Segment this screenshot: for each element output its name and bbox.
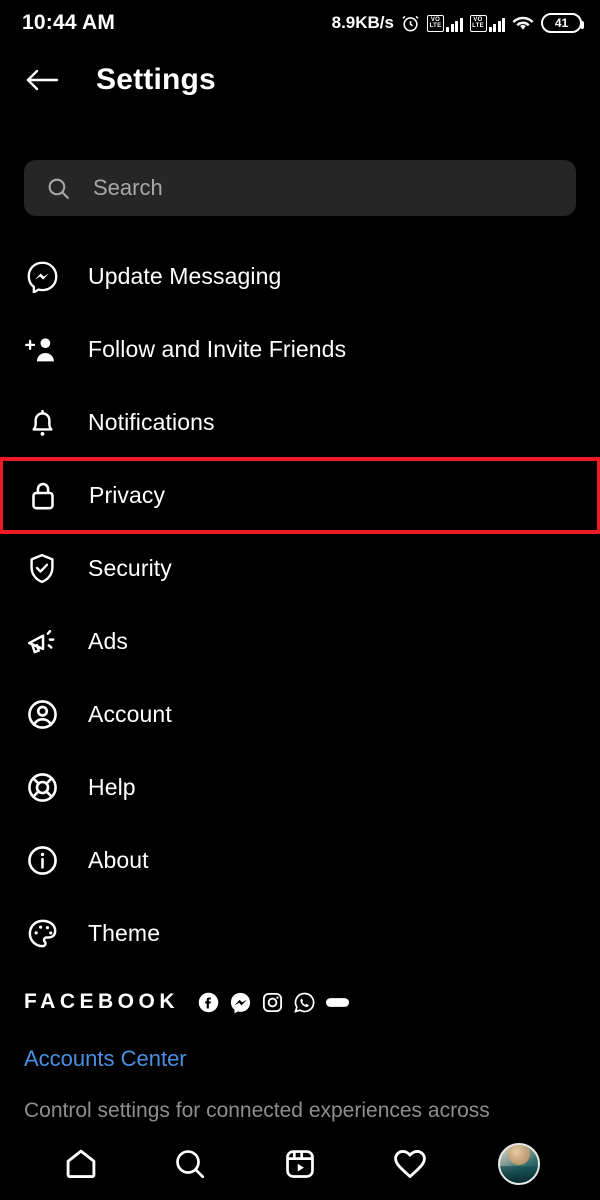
settings-item-notifications[interactable]: Notifications: [0, 386, 600, 459]
search-icon: [48, 178, 69, 199]
battery-level-text: 41: [554, 16, 569, 30]
bell-icon: [24, 405, 60, 441]
facebook-heading: FACEBOOK: [24, 990, 180, 1013]
settings-item-label: About: [88, 847, 149, 873]
signal-bars-2: [488, 16, 505, 32]
messenger-icon: [230, 992, 251, 1013]
lifebuoy-icon: [24, 770, 60, 806]
search-icon[interactable]: [163, 1137, 217, 1191]
settings-item-label: Help: [88, 774, 136, 800]
megaphone-icon: [24, 624, 60, 660]
sim2-signal: VO LTE: [469, 14, 505, 32]
person-circle-icon: [24, 697, 60, 733]
settings-item-about[interactable]: About: [0, 824, 600, 897]
back-arrow-icon[interactable]: [22, 60, 62, 100]
status-icons: 8.9KB/s VO LTE VO LTE 41: [331, 13, 584, 33]
bottom-navigation: [0, 1128, 600, 1200]
page-header: Settings: [0, 50, 600, 110]
settings-item-security[interactable]: Security: [0, 532, 600, 605]
facebook-heading-row: FACEBOOK: [24, 990, 584, 1014]
status-bar: 10:44 AM 8.9KB/s VO LTE VO LTE 41: [0, 0, 600, 46]
signal-bars-1: [446, 16, 463, 32]
volte-icon-1: VO LTE: [427, 14, 444, 32]
search-placeholder: Search: [93, 175, 163, 200]
volte-bottom-1: LTE: [429, 23, 442, 29]
settings-item-update-messaging[interactable]: Update Messaging: [0, 240, 600, 313]
heart-icon[interactable]: [383, 1137, 437, 1191]
whatsapp-icon: [294, 992, 315, 1013]
accounts-center-link[interactable]: Accounts Center: [24, 1046, 187, 1072]
instagram-settings-screen: 10:44 AM 8.9KB/s VO LTE VO LTE 41 Settin…: [0, 0, 600, 1200]
facebook-description: Control settings for connected experienc…: [24, 1099, 490, 1122]
page-title: Settings: [96, 63, 216, 96]
reels-icon[interactable]: [273, 1137, 327, 1191]
home-icon[interactable]: [54, 1137, 108, 1191]
settings-item-label: Notifications: [88, 409, 215, 435]
sim1-signal: VO LTE: [427, 14, 463, 32]
status-time: 10:44 AM: [22, 11, 116, 34]
profile-avatar[interactable]: [492, 1137, 546, 1191]
facebook-brand-icons: [197, 991, 350, 1014]
settings-item-follow-and-invite-friends[interactable]: Follow and Invite Friends: [0, 313, 600, 386]
shield-check-icon: [24, 551, 60, 587]
settings-item-privacy[interactable]: Privacy: [0, 457, 600, 534]
instagram-icon: [262, 992, 283, 1012]
settings-item-account[interactable]: Account: [0, 678, 600, 751]
person-plus-icon: [24, 332, 60, 368]
wifi-icon: [512, 16, 534, 30]
avatar: [498, 1143, 541, 1185]
search-input[interactable]: Search: [24, 160, 576, 216]
facebook-icon: [198, 992, 219, 1012]
volte-bottom-2: LTE: [472, 23, 484, 29]
messenger-icon: [24, 259, 60, 295]
settings-item-ads[interactable]: Ads: [0, 605, 600, 678]
network-speed-text: 8.9KB/s: [331, 13, 394, 32]
settings-item-theme[interactable]: Theme: [0, 897, 600, 970]
info-circle-icon: [24, 843, 60, 879]
lock-icon: [25, 478, 61, 514]
palette-icon: [24, 916, 60, 952]
oculus-icon: [325, 997, 350, 1007]
settings-item-label: Theme: [88, 920, 161, 946]
volte-icon-2: VO LTE: [469, 14, 487, 32]
settings-item-label: Security: [88, 555, 172, 581]
settings-item-help[interactable]: Help: [0, 751, 600, 824]
settings-item-label: Account: [88, 701, 172, 727]
settings-menu: Update Messaging Follow and Invite Frien…: [0, 240, 600, 970]
settings-item-label: Ads: [88, 628, 128, 654]
search-bar[interactable]: Search: [24, 160, 576, 216]
settings-item-label: Follow and Invite Friends: [88, 336, 347, 362]
facebook-section: FACEBOOK Accounts Center Control setting…: [24, 990, 584, 1124]
settings-item-label: Privacy: [89, 482, 166, 508]
alarm-clock-icon: [402, 15, 419, 31]
battery-icon: 41: [541, 13, 584, 33]
settings-item-label: Update Messaging: [88, 263, 282, 289]
